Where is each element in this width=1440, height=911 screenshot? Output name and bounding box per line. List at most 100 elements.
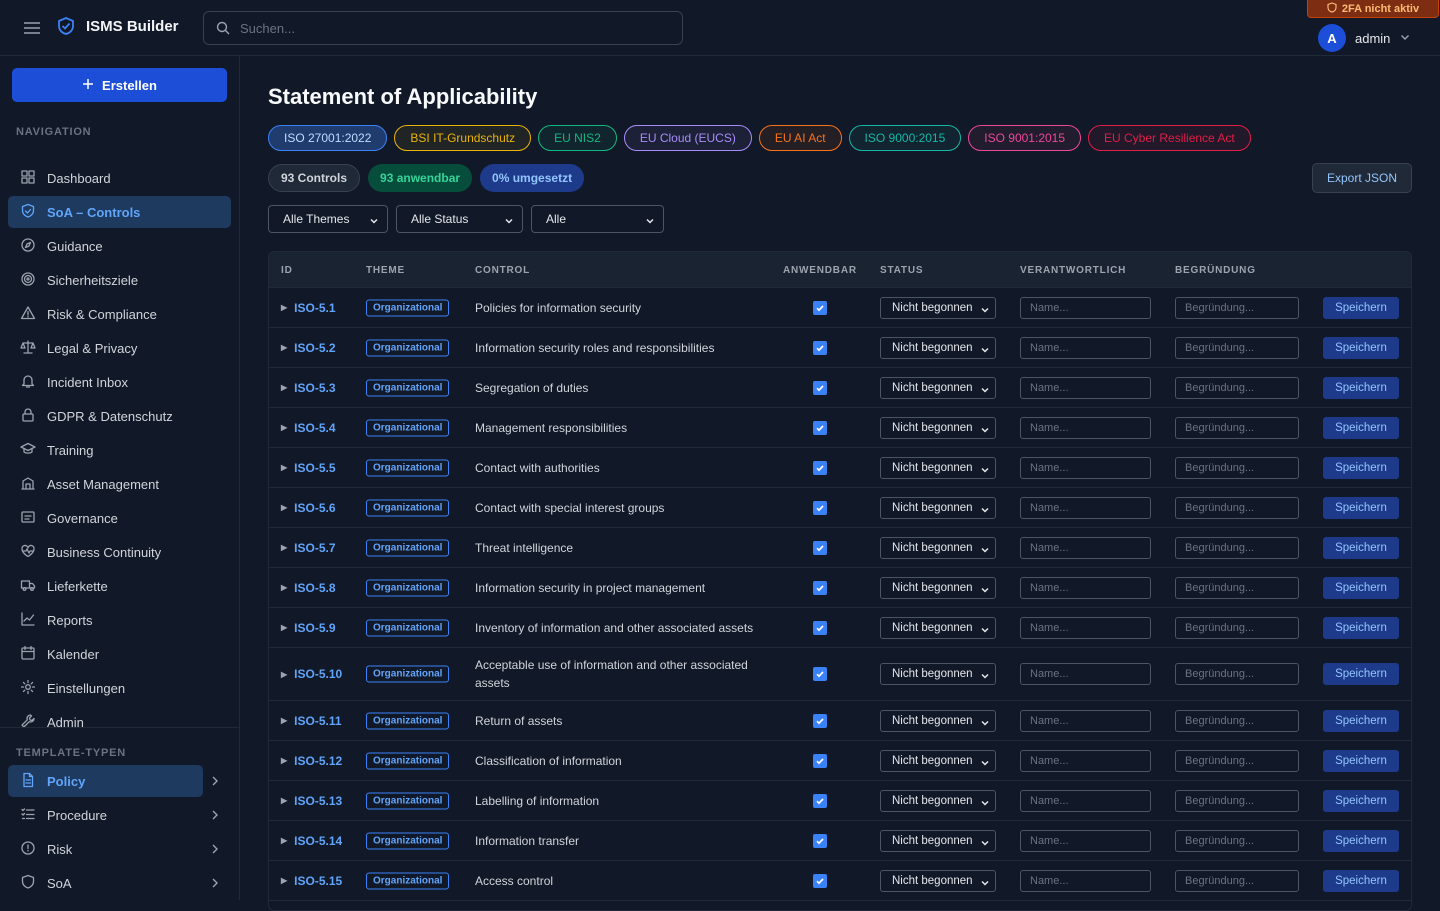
status-select[interactable]: Nicht begonnen	[880, 336, 996, 359]
reason-input[interactable]: Begründung...	[1175, 709, 1299, 732]
save-button[interactable]: Speichern	[1323, 789, 1399, 812]
status-select[interactable]: Nicht begonnen	[880, 376, 996, 399]
header-id[interactable]: ID	[281, 265, 293, 276]
reason-input[interactable]: Begründung...	[1175, 829, 1299, 852]
save-button[interactable]: Speichern	[1323, 496, 1399, 519]
save-button[interactable]: Speichern	[1323, 663, 1399, 685]
owner-input[interactable]: Name...	[1020, 456, 1151, 479]
status-select[interactable]: Nicht begonnen	[880, 663, 996, 685]
owner-input[interactable]: Name...	[1020, 709, 1151, 732]
reason-input[interactable]: Begründung...	[1175, 616, 1299, 639]
save-button[interactable]: Speichern	[1323, 336, 1399, 359]
control-id-toggle[interactable]: ▶ ISO-5.13	[281, 794, 342, 808]
owner-input[interactable]: Name...	[1020, 829, 1151, 852]
header-owner[interactable]: VERANTWORTLICH	[1020, 265, 1126, 276]
control-id-toggle[interactable]: ▶ ISO-5.4	[281, 421, 336, 435]
save-button[interactable]: Speichern	[1323, 616, 1399, 639]
owner-input[interactable]: Name...	[1020, 536, 1151, 559]
header-theme[interactable]: THEME	[366, 265, 405, 276]
reason-input[interactable]: Begründung...	[1175, 536, 1299, 559]
user-menu[interactable]: A admin	[1318, 24, 1411, 52]
owner-input[interactable]: Name...	[1020, 496, 1151, 519]
status-select[interactable]: Nicht begonnen	[880, 829, 996, 852]
framework-pill[interactable]: BSI IT-Grundschutz	[394, 125, 532, 151]
reason-input[interactable]: Begründung...	[1175, 869, 1299, 892]
sidebar-item[interactable]: Dashboard	[8, 162, 231, 194]
applicable-checkbox[interactable]	[813, 620, 827, 635]
status-select[interactable]: Nicht begonnen	[880, 416, 996, 439]
save-button[interactable]: Speichern	[1323, 416, 1399, 439]
control-id-toggle[interactable]: ▶ ISO-5.3	[281, 381, 336, 395]
status-select[interactable]: Nicht begonnen	[880, 456, 996, 479]
applicable-checkbox[interactable]	[813, 420, 827, 435]
save-button[interactable]: Speichern	[1323, 456, 1399, 479]
applicable-checkbox[interactable]	[813, 460, 827, 475]
applicable-checkbox[interactable]	[813, 873, 827, 888]
applicability-filter-select[interactable]: Alle	[531, 205, 664, 233]
control-id-toggle[interactable]: ▶ ISO-5.5	[281, 461, 336, 475]
status-select[interactable]: Nicht begonnen	[880, 789, 996, 812]
hamburger-menu-icon[interactable]	[22, 18, 42, 38]
save-button[interactable]: Speichern	[1323, 536, 1399, 559]
framework-pill[interactable]: ISO 9001:2015	[968, 125, 1082, 151]
reason-input[interactable]: Begründung...	[1175, 416, 1299, 439]
save-button[interactable]: Speichern	[1323, 296, 1399, 319]
owner-input[interactable]: Name...	[1020, 416, 1151, 439]
create-button[interactable]: Erstellen	[12, 68, 227, 102]
sidebar-item[interactable]: GDPR & Datenschutz	[8, 400, 231, 432]
applicable-checkbox[interactable]	[813, 300, 827, 315]
reason-input[interactable]: Begründung...	[1175, 789, 1299, 812]
owner-input[interactable]: Name...	[1020, 749, 1151, 772]
save-button[interactable]: Speichern	[1323, 376, 1399, 399]
app-logo[interactable]: ISMS Builder	[56, 16, 179, 36]
status-select[interactable]: Nicht begonnen	[880, 749, 996, 772]
control-id-toggle[interactable]: ▶ ISO-5.2	[281, 341, 336, 355]
framework-pill[interactable]: ISO 27001:2022	[268, 125, 388, 151]
sidebar-item[interactable]: Risk & Compliance	[8, 298, 231, 330]
applicable-checkbox[interactable]	[813, 753, 827, 768]
status-select[interactable]: Nicht begonnen	[880, 576, 996, 599]
status-select[interactable]: Nicht begonnen	[880, 496, 996, 519]
owner-input[interactable]: Name...	[1020, 869, 1151, 892]
save-button[interactable]: Speichern	[1323, 576, 1399, 599]
sidebar-item[interactable]: Governance	[8, 502, 231, 534]
control-id-toggle[interactable]: ▶ ISO-5.7	[281, 541, 336, 555]
framework-pill[interactable]: EU AI Act	[758, 125, 842, 151]
theme-filter-select[interactable]: Alle Themes	[268, 205, 388, 233]
framework-pill[interactable]: ISO 9000:2015	[848, 125, 962, 151]
control-id-toggle[interactable]: ▶ ISO-5.14	[281, 834, 342, 848]
reason-input[interactable]: Begründung...	[1175, 576, 1299, 599]
sidebar-item[interactable]: Kalender	[8, 638, 231, 670]
applicable-checkbox[interactable]	[813, 540, 827, 555]
control-id-toggle[interactable]: ▶ ISO-5.9	[281, 621, 336, 635]
applicable-checkbox[interactable]	[813, 500, 827, 515]
control-id-toggle[interactable]: ▶ ISO-5.15	[281, 874, 342, 888]
owner-input[interactable]: Name...	[1020, 663, 1151, 685]
sidebar-item[interactable]: Legal & Privacy	[8, 332, 231, 364]
sidebar-item[interactable]: Incident Inbox	[8, 366, 231, 398]
status-select[interactable]: Nicht begonnen	[880, 536, 996, 559]
status-select[interactable]: Nicht begonnen	[880, 709, 996, 732]
owner-input[interactable]: Name...	[1020, 296, 1151, 319]
reason-input[interactable]: Begründung...	[1175, 336, 1299, 359]
applicable-checkbox[interactable]	[813, 793, 827, 808]
owner-input[interactable]: Name...	[1020, 376, 1151, 399]
template-item[interactable]: SoA	[8, 867, 218, 899]
control-id-toggle[interactable]: ▶ ISO-5.6	[281, 501, 336, 515]
applicable-checkbox[interactable]	[813, 713, 827, 728]
sidebar-item[interactable]: Reports	[8, 604, 231, 636]
control-id-toggle[interactable]: ▶ ISO-5.1	[281, 301, 336, 315]
sidebar-item[interactable]: Sicherheitsziele	[8, 264, 231, 296]
sidebar-item[interactable]: Training	[8, 434, 231, 466]
search-input[interactable]	[240, 12, 670, 44]
sidebar-item[interactable]: Asset Management	[8, 468, 231, 500]
owner-input[interactable]: Name...	[1020, 789, 1151, 812]
reason-input[interactable]: Begründung...	[1175, 663, 1299, 685]
header-reason[interactable]: BEGRÜNDUNG	[1175, 265, 1256, 276]
control-id-toggle[interactable]: ▶ ISO-5.11	[281, 714, 342, 728]
save-button[interactable]: Speichern	[1323, 709, 1399, 732]
framework-pill[interactable]: EU NIS2	[538, 125, 617, 151]
header-status[interactable]: STATUS	[880, 265, 923, 276]
sidebar-item[interactable]: SoA – Controls	[8, 196, 231, 228]
status-select[interactable]: Nicht begonnen	[880, 869, 996, 892]
